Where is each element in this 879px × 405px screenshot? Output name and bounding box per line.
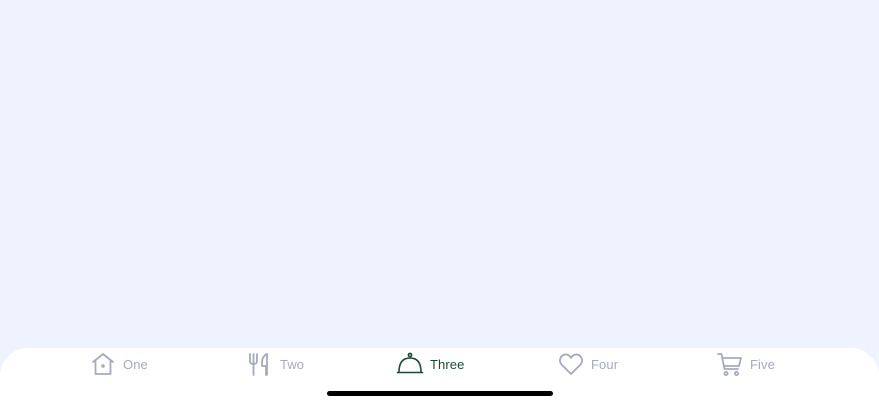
heart-icon [558, 351, 584, 377]
utensils-icon [247, 351, 273, 377]
main-content-area [0, 0, 879, 348]
tab-two-label: Two [280, 356, 305, 372]
tab-one-label: One [123, 356, 148, 372]
tab-two[interactable]: Two [247, 351, 304, 377]
tab-three[interactable]: Three [396, 351, 465, 377]
tab-three-label: Three [430, 356, 465, 372]
tab-four[interactable]: Four [558, 351, 618, 377]
home-icon [90, 351, 116, 377]
cart-icon [717, 351, 743, 377]
bottom-tab-bar: One Two Three Four Five [0, 348, 879, 405]
cloche-icon [396, 351, 424, 377]
tab-five[interactable]: Five [717, 351, 775, 377]
tab-four-label: Four [591, 356, 619, 372]
home-indicator[interactable] [327, 391, 553, 396]
tab-five-label: Five [750, 356, 775, 372]
tab-one[interactable]: One [90, 351, 148, 377]
